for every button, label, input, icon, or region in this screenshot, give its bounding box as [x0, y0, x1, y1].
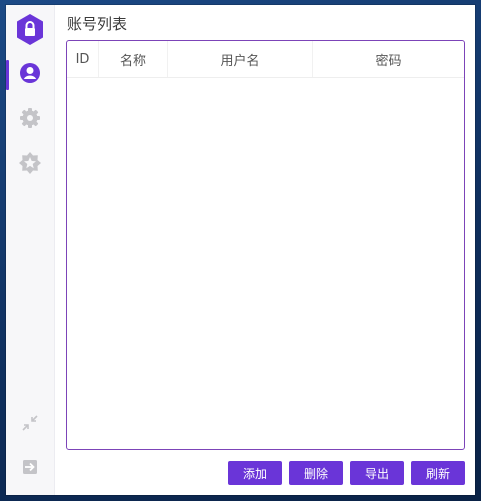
export-button[interactable]: 导出 — [350, 461, 404, 485]
lock-hexagon-icon — [15, 13, 45, 46]
logout-icon — [21, 458, 39, 480]
column-header-name[interactable]: 名称 — [99, 41, 168, 77]
accounts-table: ID 名称 用户名 密码 — [66, 40, 465, 450]
sidebar-item-settings[interactable] — [6, 102, 54, 138]
column-header-username[interactable]: 用户名 — [168, 41, 313, 77]
collapse-icon — [21, 414, 39, 436]
logout-button[interactable] — [6, 455, 54, 483]
sidebar-item-favorites[interactable] — [6, 147, 54, 183]
star-badge-icon — [18, 151, 42, 179]
add-button[interactable]: 添加 — [228, 461, 282, 485]
sidebar — [6, 5, 55, 495]
sidebar-item-accounts[interactable] — [6, 57, 54, 93]
column-header-id[interactable]: ID — [67, 41, 99, 77]
column-header-password[interactable]: 密码 — [313, 41, 464, 77]
user-icon — [19, 62, 41, 88]
collapse-button[interactable] — [6, 411, 54, 439]
action-bar: 添加 删除 导出 刷新 — [228, 461, 465, 485]
page-title: 账号列表 — [67, 15, 128, 33]
delete-button[interactable]: 删除 — [289, 461, 343, 485]
gear-icon — [19, 107, 41, 133]
app-window: 账号列表 ID 名称 用户名 密码 添加 删除 导出 刷新 — [6, 5, 475, 495]
table-header: ID 名称 用户名 密码 — [67, 41, 464, 78]
main-content: 账号列表 ID 名称 用户名 密码 添加 删除 导出 刷新 — [54, 5, 475, 495]
refresh-button[interactable]: 刷新 — [411, 461, 465, 485]
